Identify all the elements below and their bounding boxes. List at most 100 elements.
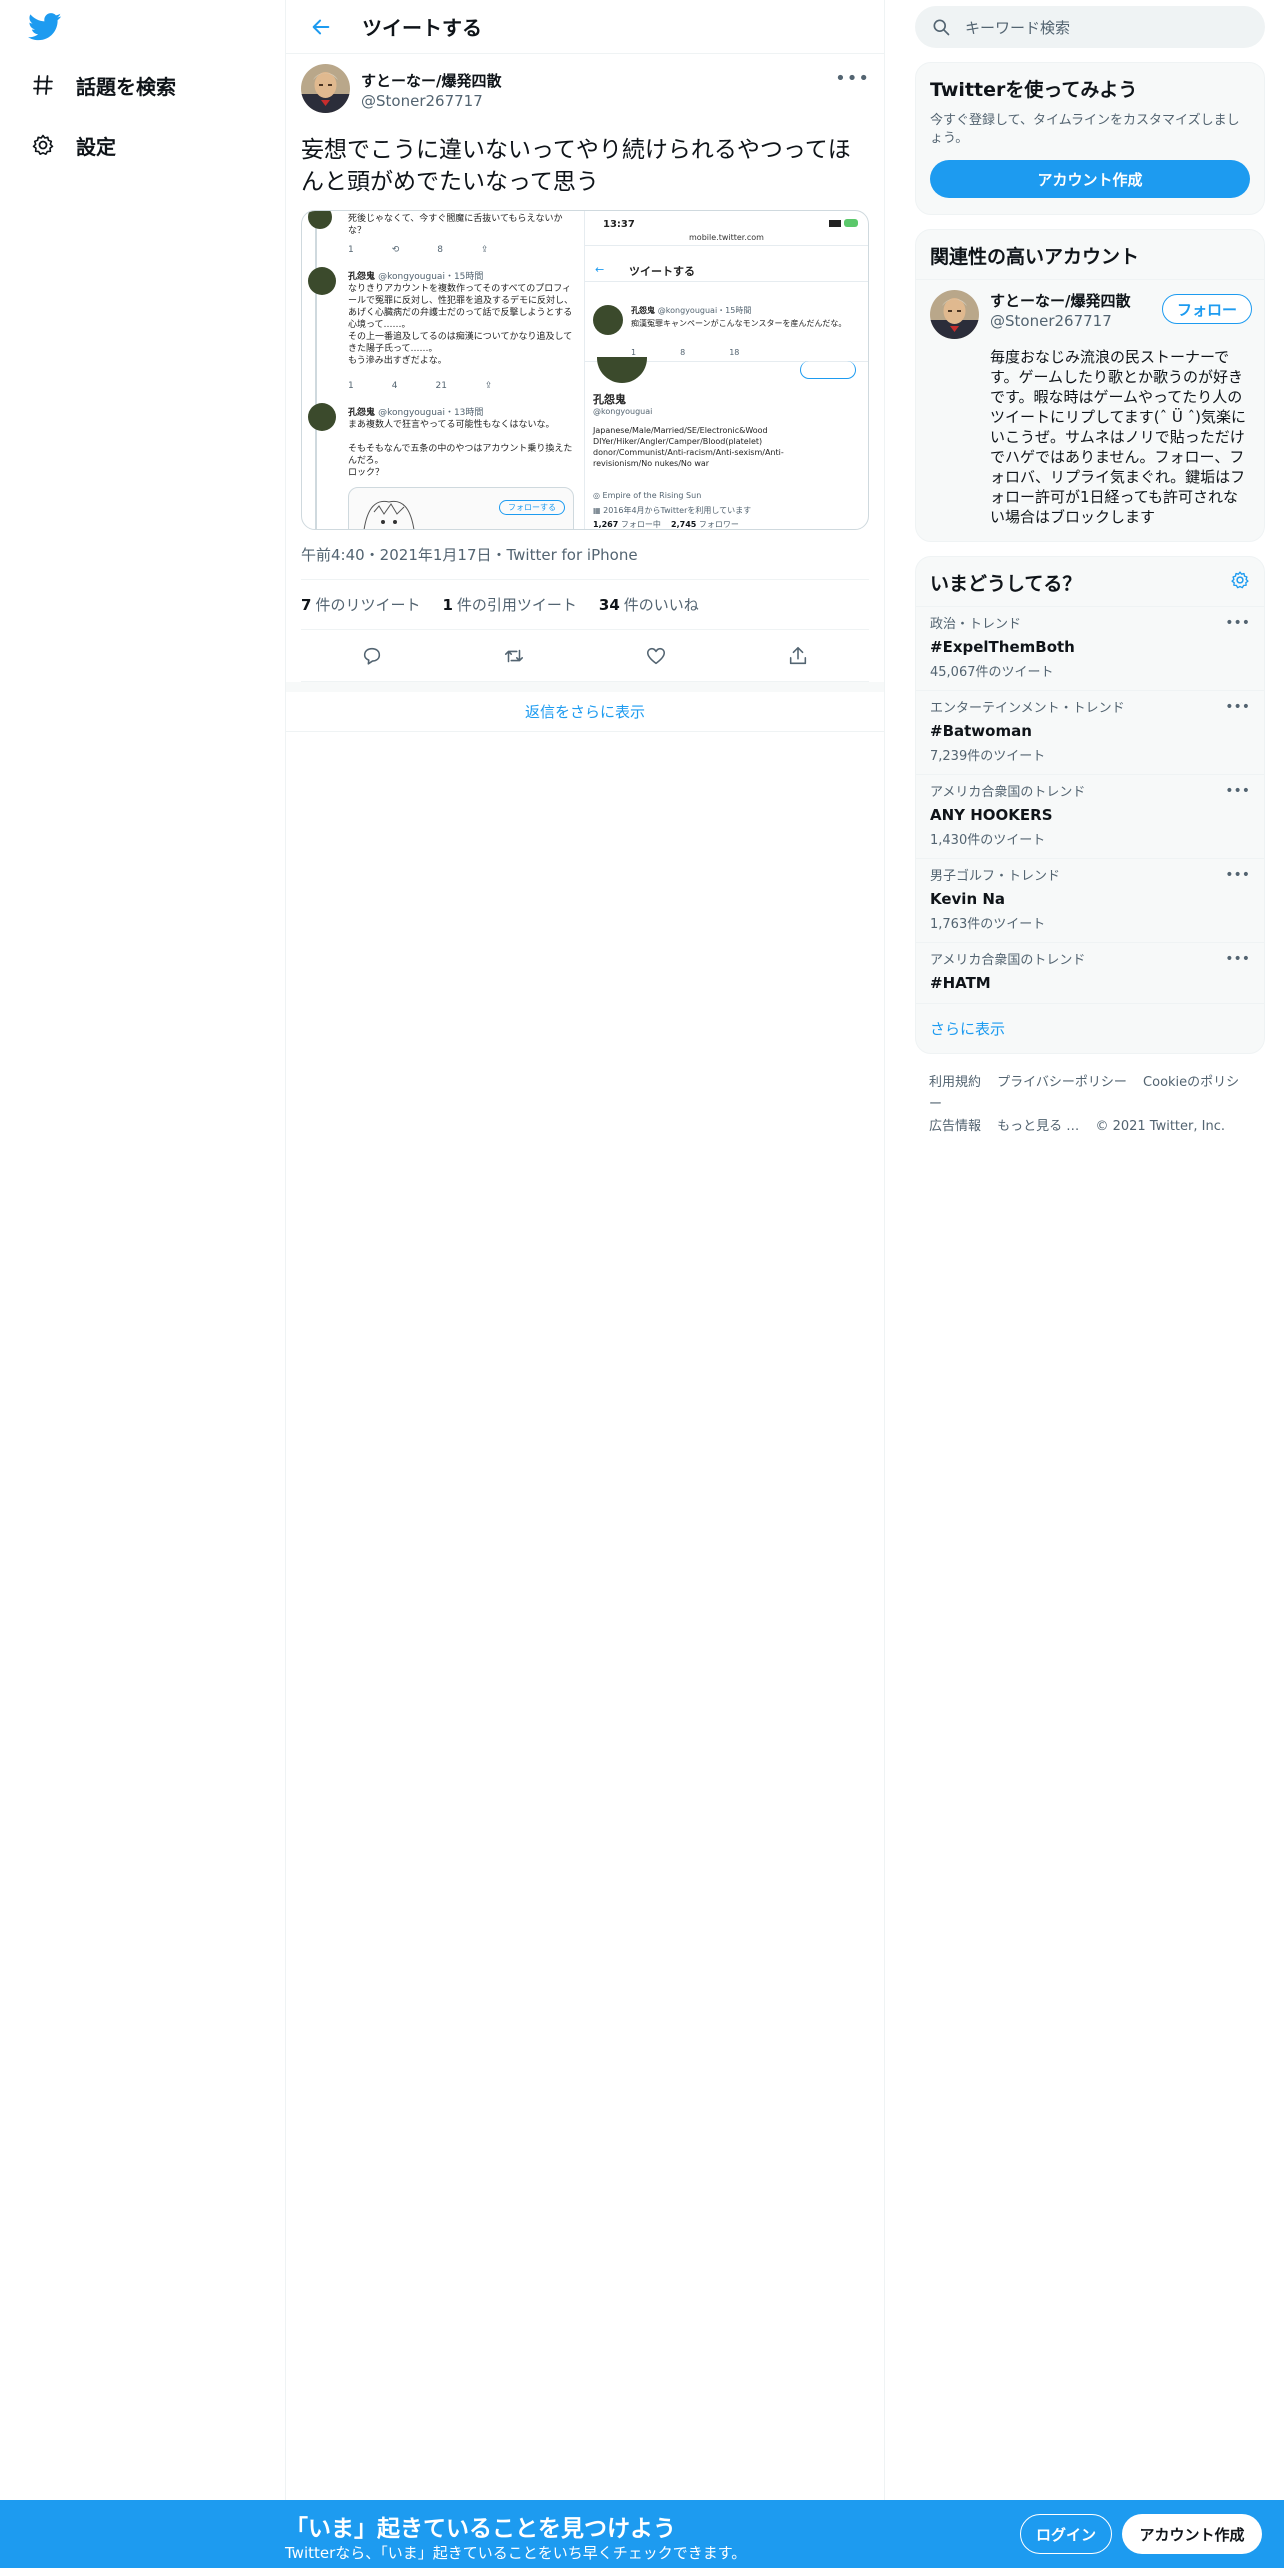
media-right-q-handle: @kongyouguai・15時間 [657,306,752,315]
tweet-timestamp[interactable]: 午前4:40・2021年1月17日・Twitter for iPhone [301,544,869,580]
footer-copyright: © 2021 Twitter, Inc. [1095,1119,1225,1134]
media-right-q-text: 痴漢冤罪キャンペーンがこんなモンスターを産んだんだな。 [631,319,847,328]
media-left-name-2: 孔怨鬼 [348,272,376,282]
trend-more-icon[interactable]: ••• [1225,615,1250,631]
media-right-profile-name: 孔怨鬼 [593,393,626,406]
trend-item[interactable]: 男子ゴルフ・トレンド Kevin Na 1,763件のツイート ••• [916,858,1264,942]
share-icon[interactable] [781,639,815,673]
hashtag-icon [28,70,58,100]
retweets-label: 件のリツイート [315,596,421,614]
media-left-like-2: 21 [435,381,447,391]
media-right-followers-count: 2,745 [671,520,697,529]
trend-item[interactable]: アメリカ合衆国のトレンド ANY HOOKERS 1,430件のツイート ••• [916,774,1264,858]
media-left-name-3: 孔怨鬼 [348,408,376,418]
right-sidebar: キーワード検索 Twitterを使ってみよう 今すぐ登録して、タイムラインをカス… [915,0,1265,1138]
trend-item[interactable]: エンターテインメント・トレンド #Batwoman 7,239件のツイート ••… [916,690,1264,774]
media-left-handle-2: @kongyouguai・15時間 [378,272,484,282]
more-options-icon[interactable]: ••• [835,68,870,89]
login-button[interactable]: ログイン [1020,2514,1112,2554]
tweet-text: 妄想でこうに違いないってやり続けられるやつってほんと頭がめでたいなって思う [301,137,851,195]
media-right-following-count: 1,267 [593,520,619,529]
trends-card: いまどうしてる？ 政治・トレンド #ExpelThemBoth 45,067件の… [915,556,1265,1054]
related-account-name[interactable]: すとーなー/爆発四散 [990,290,1130,311]
related-account-handle[interactable]: @Stoner267717 [990,312,1112,330]
related-account-avatar[interactable] [930,290,979,339]
create-account-button[interactable]: アカウント作成 [930,160,1250,198]
media-right-back-icon: ← [595,263,605,276]
bottom-signup-button[interactable]: アカウント作成 [1122,2514,1262,2554]
media-right-time: 13:37 [603,219,635,230]
reply-icon[interactable] [355,639,389,673]
retweet-icon[interactable] [497,639,531,673]
media-left-text-2: なりきりアカウントを複数作ってそのすべてのプロフィールで冤罪に反対し、性犯罪を追… [348,284,574,366]
author-avatar[interactable] [301,64,350,113]
media-right-q-name: 孔怨鬼 [631,306,655,315]
calendar-icon: ▦ [593,506,601,515]
follow-button[interactable]: フォロー [1161,294,1252,324]
related-account[interactable]: すとーなー/爆発四散 @Stoner267717 フォロー 毎度おなじみ流浪の民… [916,279,1264,541]
nav-settings[interactable]: 設定 [28,123,116,167]
signup-card-title: Twitterを使ってみよう [930,79,1138,101]
tweet-stats: 7 件のリツイート 1 件の引用ツイート 34 件のいいね [301,580,869,630]
trend-name: #HATM [930,974,991,992]
trend-category: 男子ゴルフ・トレンド [930,869,1061,884]
author-handle[interactable]: @Stoner267717 [361,92,483,110]
media-right-bio: Japanese/Male/Married/SE/Electronic&Wood… [593,426,784,468]
media-right-title: ツイートする [629,265,695,278]
search-icon [931,17,951,37]
author-name[interactable]: すとーなー/爆発四散 [361,70,501,91]
gear-icon [28,130,58,160]
quotes-stat[interactable]: 1 件の引用ツイート [442,594,576,615]
trend-name: #ExpelThemBoth [930,638,1075,656]
media-right-screenshot: 13:37 mobile.twitter.com ← ツイートする 孔怨鬼 @k… [585,211,868,529]
trends-settings-gear-icon[interactable] [1230,570,1250,594]
location-icon: ◎ [593,491,600,500]
trend-item[interactable]: 政治・トレンド #ExpelThemBoth 45,067件のツイート ••• [916,606,1264,690]
related-card-title: 関連性の高いアカウント [930,246,1140,268]
media-left-embedded-card: フォローする [348,487,574,529]
footer-privacy-link[interactable]: プライバシーポリシー [997,1075,1127,1090]
quotes-count: 1 [442,596,453,614]
quotes-label: 件の引用ツイート [456,596,577,614]
page-header: ツイートする [286,0,884,54]
trend-name: #Batwoman [930,722,1032,740]
twitter-logo-icon[interactable] [28,13,62,41]
trend-category: エンターテインメント・トレンド [930,701,1125,716]
nav-explore[interactable]: 話題を検索 [28,63,176,107]
related-account-bio: 毎度おなじみ流浪の民ストーナーです。ゲームしたり歌とか歌うのが好きです。暇な時は… [990,348,1247,526]
trend-count: 45,067件のツイート [930,665,1054,680]
media-left-like-1: 8 [437,245,444,255]
trend-item[interactable]: アメリカ合衆国のトレンド #HATM ••• [916,942,1264,1003]
retweets-stat[interactable]: 7 件のリツイート [301,594,420,615]
trend-more-icon[interactable]: ••• [1225,699,1250,715]
back-arrow-icon[interactable] [306,12,336,42]
media-left-text-3: まあ複数人で狂言やってる可能性もなくはないな。 そもそもなんで五条の中のやつはア… [348,420,573,478]
like-heart-icon[interactable] [639,639,673,673]
bottom-bar-subtitle: Twitterなら、「いま」起きていることをいち早くチェックできます。 [285,2544,747,2562]
footer-terms-link[interactable]: 利用規約 [929,1075,981,1090]
trend-name: Kevin Na [930,890,1006,908]
trend-more-icon[interactable]: ••• [1225,867,1250,883]
media-right-location: Empire of the Rising Sun [602,491,702,500]
signup-card: Twitterを使ってみよう 今すぐ登録して、タイムラインをカスタマイズしましょ… [915,62,1265,215]
trend-more-icon[interactable]: ••• [1225,783,1250,799]
tweet-media[interactable]: 死後じゃなくて、今すぐ閻魔に舌抜いてもらえないかな？ 1 ⟲ 8 ⇪ 孔怨鬼 @… [301,210,869,530]
media-right-q-like: 18 [729,348,740,357]
trends-show-more-link[interactable]: さらに表示 [916,1003,1264,1053]
search-input[interactable]: キーワード検索 [965,17,1070,38]
trend-count: 7,239件のツイート [930,749,1046,764]
footer-more-link[interactable]: もっと見る … [997,1119,1079,1134]
trends-card-title: いまどうしてる？ [930,573,1082,595]
footer-ads-link[interactable]: 広告情報 [929,1119,981,1134]
show-more-replies-link[interactable]: 返信をさらに表示 [286,682,884,732]
media-left-reply-2: 1 [348,381,354,391]
media-left-reply-1: 1 [348,245,354,255]
trend-more-icon[interactable]: ••• [1225,951,1250,967]
trend-count: 1,430件のツイート [930,833,1046,848]
trend-category: アメリカ合衆国のトレンド [930,785,1086,800]
sidebar-footer: 利用規約 プライバシーポリシー Cookieのポリシー 広告情報 もっと見る …… [915,1072,1265,1138]
trend-category: 政治・トレンド [930,617,1022,632]
tweet-actions [301,630,869,682]
search-bar[interactable]: キーワード検索 [915,6,1265,48]
likes-stat[interactable]: 34 件のいいね [599,594,699,615]
